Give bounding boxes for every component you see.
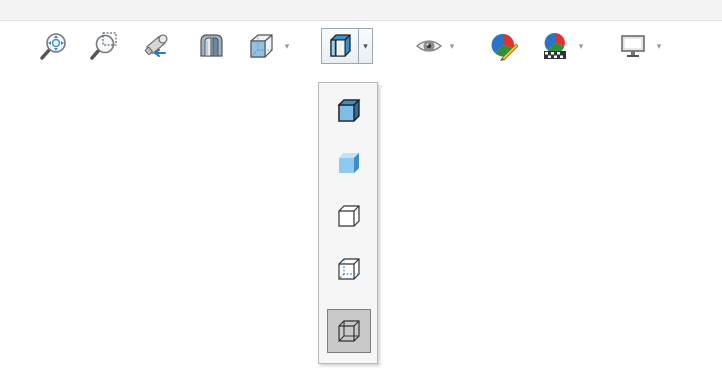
section-view-button[interactable] xyxy=(194,29,228,63)
wireframe-icon xyxy=(338,320,360,342)
view-orientation-button[interactable] xyxy=(244,29,278,63)
wireframe-option[interactable] xyxy=(327,309,371,353)
zoom-to-fit-icon xyxy=(40,33,66,60)
zoom-to-area-icon xyxy=(90,32,117,60)
view-orientation-dropdown-arrow[interactable]: ▾ xyxy=(281,29,293,63)
apply-scene-icon xyxy=(544,32,566,59)
edit-appearance-icon xyxy=(491,33,518,61)
view-heads-up-toolbar: ▾ ▾ ▾ ▾ ▾ xyxy=(0,21,722,83)
previous-view-button[interactable] xyxy=(140,29,174,63)
hide-show-items-button[interactable] xyxy=(412,29,446,63)
hidden-lines-visible-option[interactable] xyxy=(327,247,371,291)
display-style-button[interactable] xyxy=(321,28,359,64)
shaded-with-edges-option[interactable] xyxy=(327,89,371,133)
hide-show-items-icon xyxy=(416,40,442,52)
top-strip xyxy=(0,0,722,21)
hidden-lines-visible-icon xyxy=(338,258,360,280)
previous-view-icon xyxy=(144,34,168,57)
shaded-with-edges-icon xyxy=(337,99,361,122)
view-settings-dropdown-arrow[interactable]: ▾ xyxy=(653,29,665,63)
section-view-icon xyxy=(200,34,223,57)
zoom-to-area-button[interactable] xyxy=(86,29,120,63)
hidden-lines-removed-icon xyxy=(338,205,360,227)
apply-scene-button[interactable] xyxy=(538,29,572,63)
display-style-icon xyxy=(330,34,351,57)
shaded-option[interactable] xyxy=(327,141,371,185)
hidden-lines-removed-option[interactable] xyxy=(327,194,371,238)
shaded-icon xyxy=(339,153,359,173)
edit-appearance-button[interactable] xyxy=(486,29,520,63)
hide-show-items-dropdown-arrow[interactable]: ▾ xyxy=(446,29,458,63)
apply-scene-dropdown-arrow[interactable]: ▾ xyxy=(575,29,587,63)
display-style-flyout xyxy=(318,82,378,364)
view-settings-button[interactable] xyxy=(616,29,650,63)
monitor-icon xyxy=(621,35,645,57)
zoom-to-fit-button[interactable] xyxy=(36,29,70,63)
view-orientation-icon xyxy=(250,34,273,58)
display-style-dropdown-arrow[interactable]: ▾ xyxy=(359,28,373,64)
